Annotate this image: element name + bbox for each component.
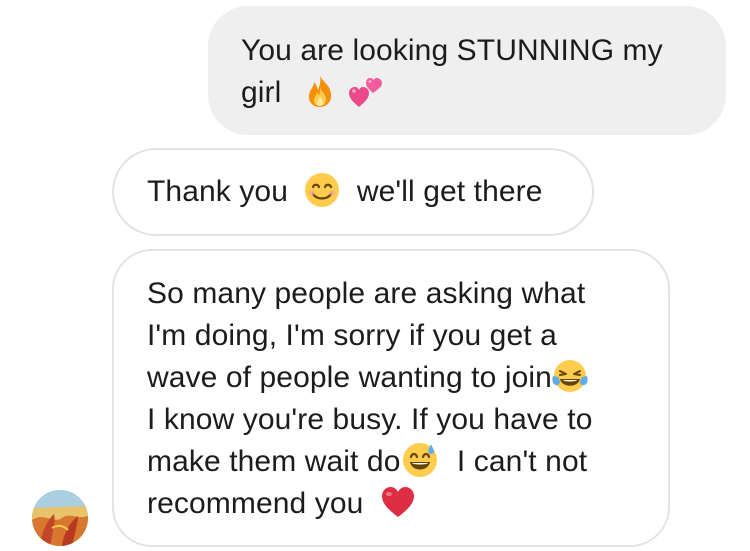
received-message-2-line-5-after: I can't not (448, 445, 588, 478)
received-message-1-text-before: Thank you (147, 175, 288, 208)
received-message-2-line-3: wave of people wanting to join (147, 357, 644, 399)
grinning-sweat-emoji-icon (402, 442, 438, 478)
received-message-2-line-6-text: recommend you (147, 487, 364, 520)
received-message-2-line-4: I know you're busy. If you have to (147, 403, 593, 436)
received-message-1-text-after: we'll get there (356, 175, 543, 208)
sent-message-line-1: You are looking STUNNING my (241, 34, 663, 67)
received-message-2-line-5: make them wait do I can't not (147, 441, 644, 483)
smiling-face-emoji-icon (304, 172, 340, 208)
received-message-2-line-3-text: wave of people wanting to join (147, 361, 552, 394)
tears-of-joy-emoji-icon (552, 358, 588, 394)
received-message-bubble-1[interactable]: Thank you we'll get there (112, 148, 594, 236)
sent-message-bubble[interactable]: You are looking STUNNING my girl (208, 6, 726, 135)
fire-emoji-icon (302, 73, 338, 109)
two-hearts-emoji-icon (348, 73, 384, 109)
message-thread: You are looking STUNNING my girl Thank y… (0, 0, 750, 551)
sent-message-line-2: girl (241, 72, 696, 114)
received-message-bubble-2[interactable]: So many people are asking what I'm doing… (112, 249, 670, 547)
red-heart-emoji-icon (380, 484, 416, 520)
avatar[interactable] (32, 490, 88, 546)
sent-message-line-2-text: girl (241, 76, 282, 109)
received-message-2-line-6: recommend you (147, 483, 644, 525)
avatar-image (32, 490, 88, 546)
received-message-2-line-5-before: make them wait do (147, 445, 401, 478)
received-message-2-line-1: So many people are asking what (147, 277, 586, 310)
received-message-2-line-2: I'm doing, I'm sorry if you get a (147, 319, 557, 352)
